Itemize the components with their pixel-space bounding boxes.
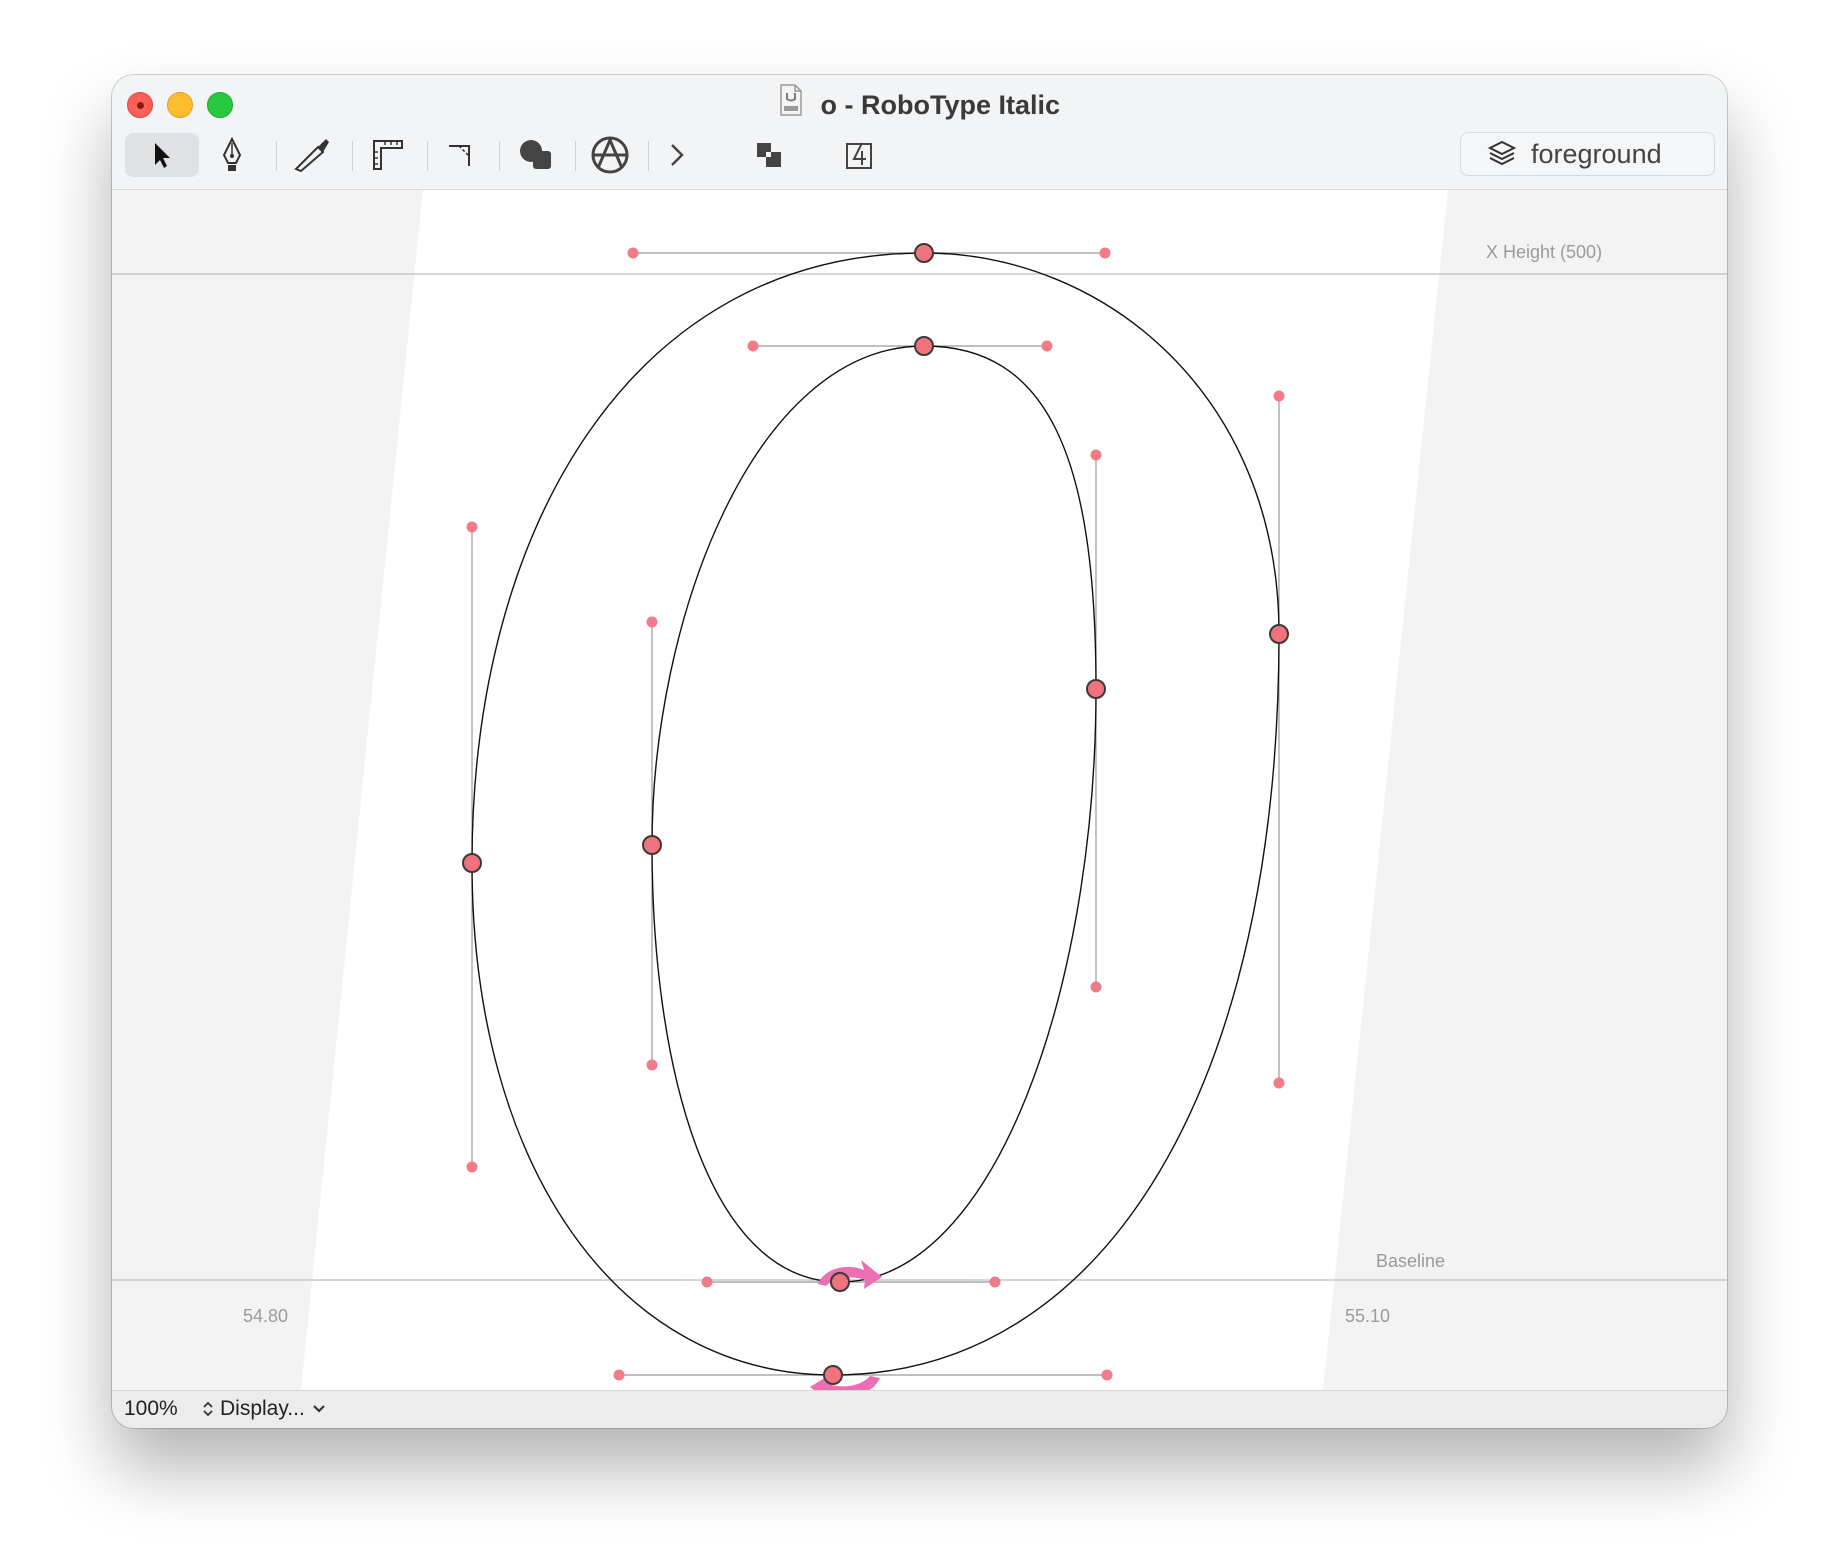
window-title-row: o - RoboType Italic xyxy=(112,83,1727,129)
baseline-label: Baseline xyxy=(1376,1251,1446,1271)
shapes-icon xyxy=(520,140,551,169)
glyph-editor-window: o - RoboType Italic foreground X Height … xyxy=(112,75,1727,1428)
right-margin-value: 55.10 xyxy=(1345,1306,1391,1326)
pen-tool[interactable] xyxy=(202,133,262,177)
corner-icon xyxy=(449,145,470,166)
layers-stack-icon xyxy=(1487,139,1517,169)
measure-tool[interactable] xyxy=(358,133,418,177)
display-label: Display... xyxy=(220,1397,305,1420)
more-tools[interactable] xyxy=(652,133,702,177)
pen-nib-icon xyxy=(222,137,242,171)
anchor-tool[interactable] xyxy=(580,133,640,177)
layers-overlap-button[interactable] xyxy=(744,133,794,177)
xheight-label: X Height (500) xyxy=(1486,242,1603,262)
corner-tool[interactable] xyxy=(430,133,490,177)
chevron-down-icon xyxy=(313,1405,325,1413)
knife-icon xyxy=(294,139,329,173)
chevron-right-icon xyxy=(671,144,684,166)
layer-label: foreground xyxy=(1531,138,1662,169)
ruler-icon xyxy=(373,140,403,170)
advance-box xyxy=(301,190,1448,1390)
overlap-squares-icon xyxy=(757,143,781,167)
left-margin-value: 54.80 xyxy=(243,1306,289,1326)
shapes-tool[interactable] xyxy=(506,133,566,177)
updown-chevron-icon xyxy=(203,1401,213,1417)
glyph-canvas[interactable]: X Height (500) Baseline 54.80 55.10 xyxy=(112,190,1727,1390)
component-button[interactable] xyxy=(835,133,885,177)
circle-a-icon xyxy=(591,136,629,174)
arrow-pointer-icon xyxy=(155,143,170,168)
knife-tool[interactable] xyxy=(282,133,342,177)
layer-selector[interactable]: foreground xyxy=(1460,132,1715,176)
titlebar: o - RoboType Italic foreground xyxy=(112,75,1727,190)
zoom-level[interactable]: 100% xyxy=(124,1397,178,1421)
window-title: o - RoboType Italic xyxy=(820,90,1061,120)
display-menu[interactable]: Display... xyxy=(202,1397,327,1421)
status-bar: 100% Display... xyxy=(112,1390,1727,1428)
select-tool[interactable] xyxy=(125,133,199,177)
square-4-icon xyxy=(846,142,872,169)
ufo-file-icon xyxy=(779,84,803,129)
